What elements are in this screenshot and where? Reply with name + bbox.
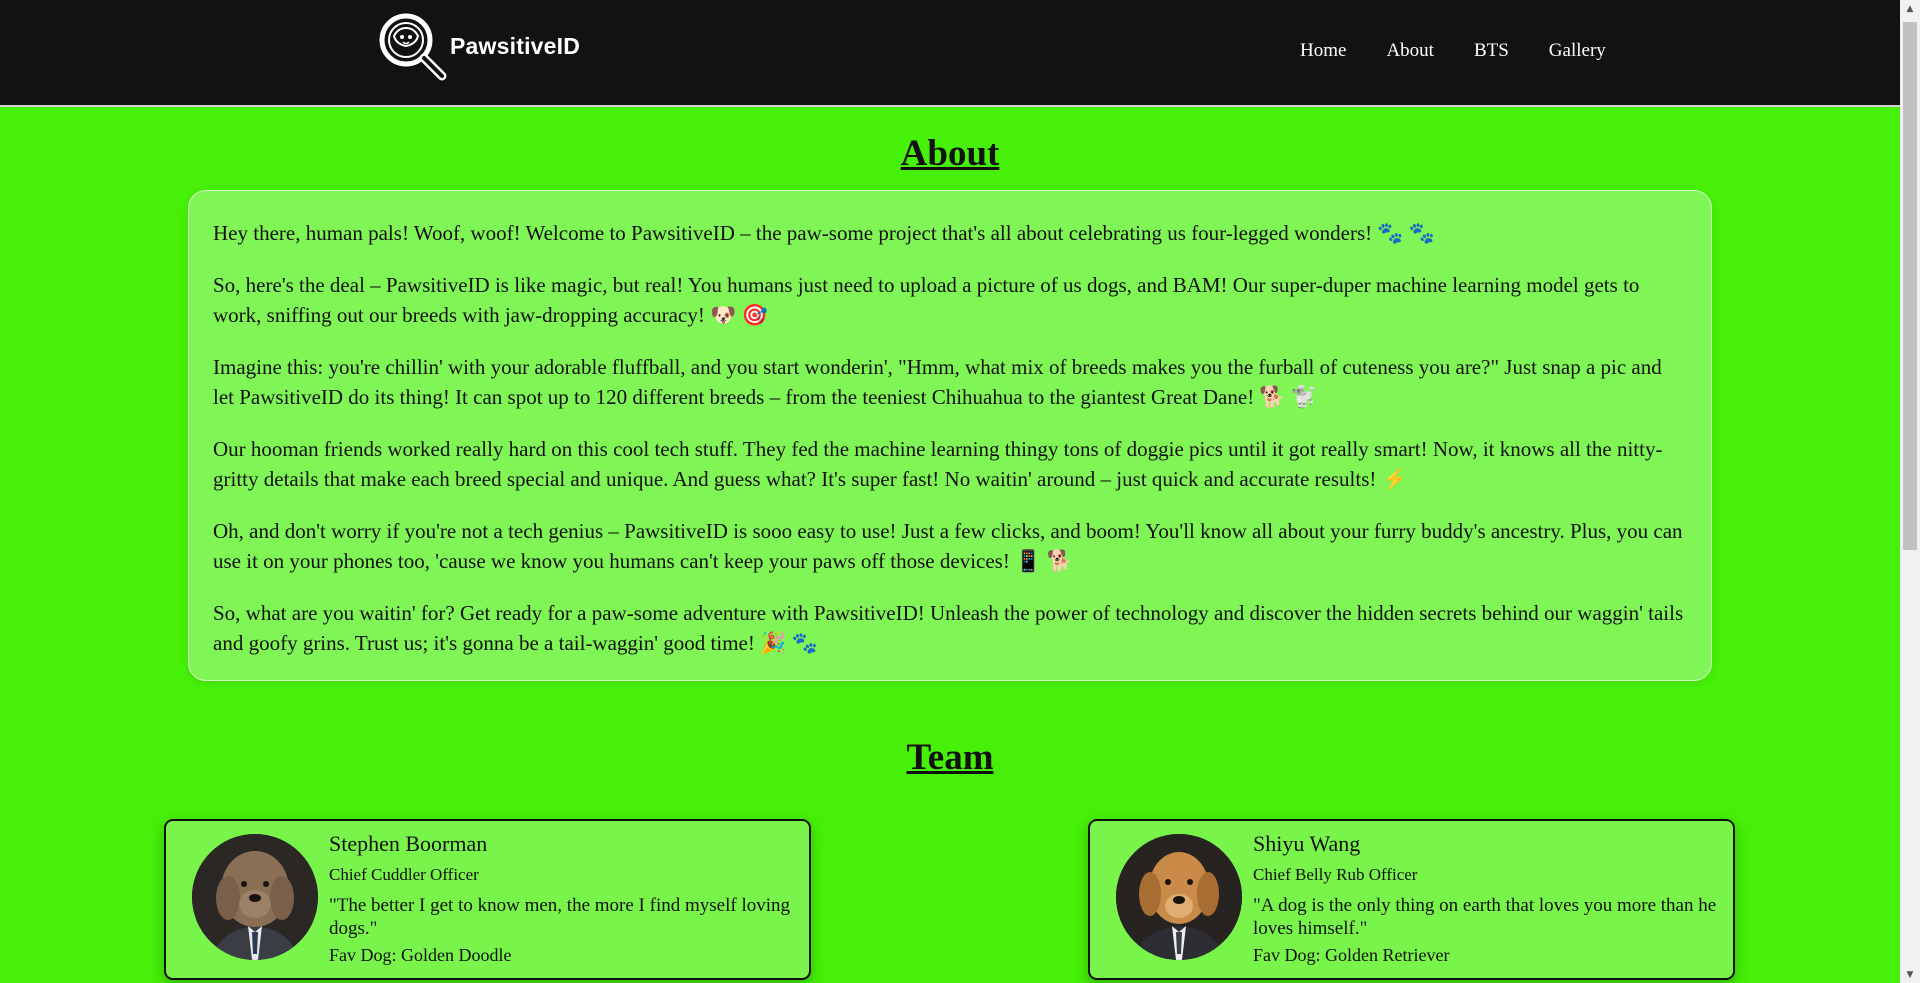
- about-paragraph: Imagine this: you're chillin' with your …: [213, 355, 1662, 409]
- member-role: Chief Belly Rub Officer: [1253, 865, 1418, 884]
- brand-logo-link[interactable]: PawsitiveID: [376, 10, 580, 94]
- avatar: [192, 834, 318, 960]
- about-paragraph: Our hooman friends worked really hard on…: [213, 437, 1663, 491]
- member-info: Shiyu Wang Chief Belly Rub Officer "A do…: [1253, 831, 1719, 966]
- member-name: Stephen Boorman: [329, 831, 488, 856]
- member-info: Stephen Boorman Chief Cuddler Officer "T…: [329, 831, 795, 966]
- about-heading: About: [900, 133, 1000, 174]
- golden-retriever-portrait-icon: [1116, 834, 1242, 960]
- main-nav: Home About BTS Gallery: [1300, 40, 1646, 62]
- team-member-card: Stephen Boorman Chief Cuddler Officer "T…: [164, 819, 811, 980]
- avatar: [1116, 834, 1242, 960]
- scroll-down-arrow-icon[interactable]: ▼: [1900, 966, 1920, 983]
- magnifier-dog-logo-icon: [379, 13, 447, 81]
- nav-home-link[interactable]: Home: [1300, 40, 1346, 62]
- nav-about-link[interactable]: About: [1386, 40, 1434, 62]
- about-paragraph: Hey there, human pals! Woof, woof! Welco…: [213, 221, 1435, 245]
- member-name: Shiyu Wang: [1253, 831, 1361, 856]
- team-member-card: Shiyu Wang Chief Belly Rub Officer "A do…: [1088, 819, 1735, 980]
- member-fav-dog: Fav Dog: Golden Retriever: [1253, 945, 1450, 965]
- about-paragraph: So, what are you waitin' for? Get ready …: [213, 601, 1684, 655]
- member-fav-dog: Fav Dog: Golden Doodle: [329, 945, 512, 965]
- team-heading: Team: [906, 737, 994, 778]
- scroll-up-arrow-icon[interactable]: ▲: [1900, 0, 1920, 17]
- about-paragraph: So, here's the deal – PawsitiveID is lik…: [213, 273, 1640, 327]
- scrollbar-thumb[interactable]: [1903, 22, 1917, 550]
- vertical-scrollbar[interactable]: ▲ ▼: [1900, 0, 1920, 983]
- member-quote: "A dog is the only thing on earth that l…: [1253, 895, 1717, 939]
- member-quote: "The better I get to know men, the more …: [329, 895, 791, 939]
- about-paragraph: Oh, and don't worry if you're not a tech…: [213, 519, 1683, 573]
- about-card: Hey there, human pals! Woof, woof! Welco…: [188, 190, 1712, 681]
- doodle-dog-portrait-icon: [192, 834, 318, 960]
- site-header: PawsitiveID Home About BTS Gallery: [0, 0, 1900, 107]
- member-role: Chief Cuddler Officer: [329, 865, 479, 884]
- nav-bts-link[interactable]: BTS: [1474, 40, 1509, 62]
- nav-gallery-link[interactable]: Gallery: [1549, 40, 1606, 62]
- brand-name: PawsitiveID: [450, 32, 581, 59]
